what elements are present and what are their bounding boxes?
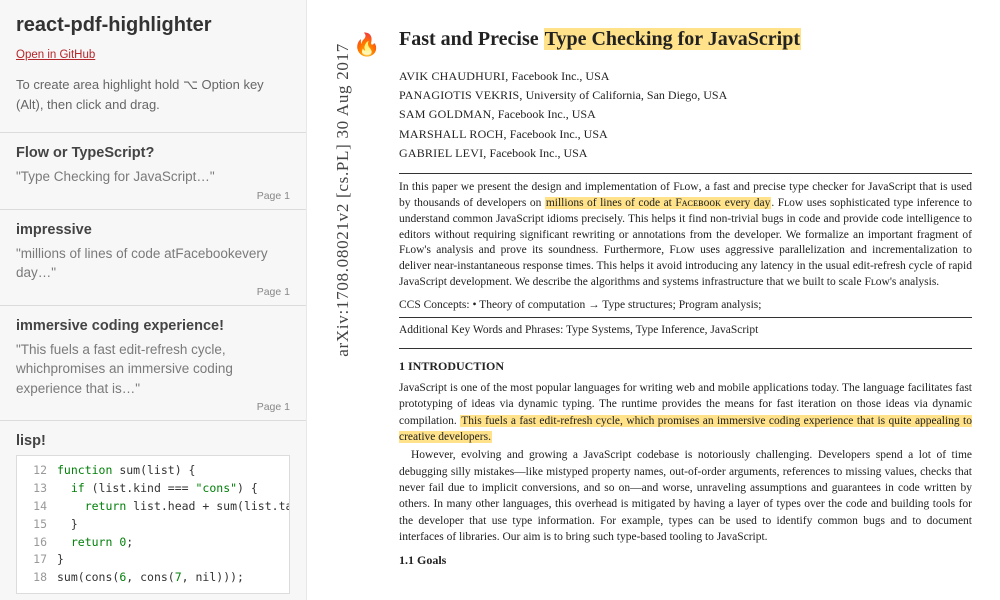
highlight-item[interactable]: impressive "millions of lines of code at… xyxy=(0,209,306,305)
highlight-mark[interactable]: millions of lines of code at Fᴀᴄᴇʙᴏᴏᴋ ev… xyxy=(545,197,772,209)
pdf-viewer[interactable]: 🔥 arXiv:1708.08021v2 [cs.PL] 30 Aug 2017… xyxy=(307,0,1000,600)
highlight-mark[interactable]: This fuels a fast edit-refresh cycle, wh… xyxy=(399,415,972,443)
highlight-title: Flow or TypeScript? xyxy=(16,145,290,161)
section-heading: 1.1 Goals xyxy=(399,553,972,568)
app-title: react-pdf-highlighter xyxy=(16,14,290,37)
rule xyxy=(399,348,972,349)
highlight-title: impressive xyxy=(16,222,290,238)
rule xyxy=(399,173,972,174)
section-heading: 1 INTRODUCTION xyxy=(399,359,972,374)
fire-icon: 🔥 xyxy=(353,32,380,58)
highlight-excerpt: "Type Checking for JavaScript…" xyxy=(16,167,290,187)
highlight-item[interactable]: lisp! 12function sum(list) {13 if (list.… xyxy=(0,420,306,600)
sidebar[interactable]: react-pdf-highlighter Open in GitHub To … xyxy=(0,0,307,600)
author-list: AVIK CHAUDHURI, Facebook Inc., USA PANAG… xyxy=(399,67,972,163)
highlight-page-label: Page 1 xyxy=(257,401,290,413)
highlight-title: immersive coding experience! xyxy=(16,318,290,334)
highlight-page-label: Page 1 xyxy=(257,286,290,298)
highlight-title: lisp! xyxy=(16,433,290,449)
highlight-item[interactable]: immersive coding experience! "This fuels… xyxy=(0,305,306,421)
paper-title: Fast and Precise Type Checking for JavaS… xyxy=(399,28,972,51)
paper-content: Fast and Precise Type Checking for JavaS… xyxy=(399,28,972,568)
highlight-mark[interactable]: Type Checking for JavaScript xyxy=(544,28,801,50)
keywords: Additional Key Words and Phrases: Type S… xyxy=(399,324,972,336)
title-prefix: Fast and Precise xyxy=(399,28,544,50)
code-snippet: 12function sum(list) {13 if (list.kind =… xyxy=(16,455,290,594)
open-github-link[interactable]: Open in GitHub xyxy=(16,49,95,61)
abstract: In this paper we present the design and … xyxy=(399,180,972,291)
highlight-page-label: Page 1 xyxy=(257,190,290,202)
highlight-excerpt: "This fuels a fast edit-refresh cycle, w… xyxy=(16,340,290,399)
instructions-text: To create area highlight hold ⌥ Option k… xyxy=(16,75,290,114)
body-paragraph: However, evolving and growing a JavaScri… xyxy=(399,447,972,545)
body-paragraph: JavaScript is one of the most popular la… xyxy=(399,380,972,445)
highlight-excerpt: "millions of lines of code atFacebookeve… xyxy=(16,244,290,283)
highlight-item[interactable]: Flow or TypeScript? "Type Checking for J… xyxy=(0,132,306,209)
arxiv-watermark: arXiv:1708.08021v2 [cs.PL] 30 Aug 2017 xyxy=(333,43,353,357)
rule xyxy=(399,317,972,318)
ccs-concepts: CCS Concepts: • Theory of computation → … xyxy=(399,299,972,311)
